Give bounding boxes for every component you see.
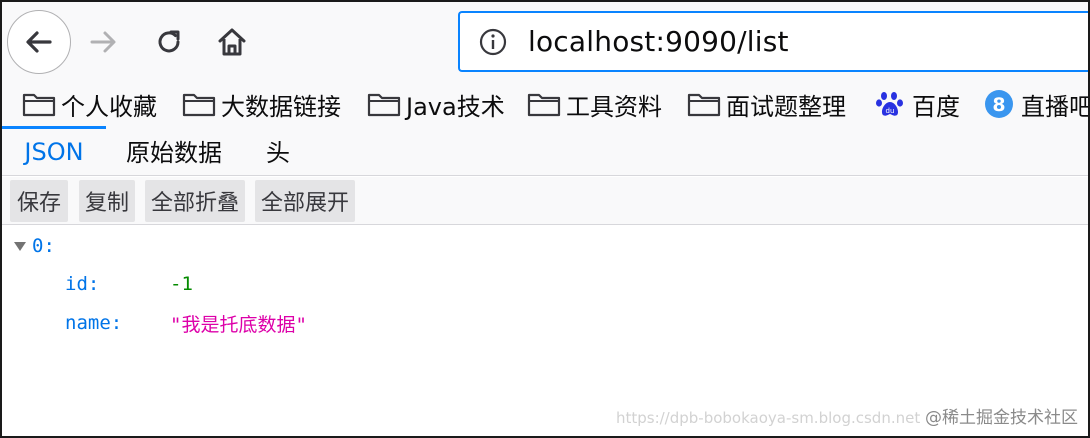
bookmark-folder-java[interactable]: Java技术 [367, 84, 505, 124]
baidu-paw-icon: du [873, 91, 907, 117]
folder-icon [367, 91, 401, 117]
bookmarks-toolbar: 个人收藏 大数据链接 Java技术 工具资料 面试题整理 du 百度 8 直播吧 [2, 82, 1090, 126]
expand-all-button[interactable]: 全部展开 [255, 180, 355, 222]
svg-text:du: du [886, 107, 895, 115]
bookmark-folder-favorites[interactable]: 个人收藏 [22, 84, 157, 124]
forward-arrow-icon [90, 31, 116, 53]
navigation-toolbar: localhost:9090/list [2, 2, 1088, 82]
home-icon [218, 28, 246, 56]
watermark-text: @稀土掘金技术社区 [925, 408, 1078, 428]
address-bar[interactable]: localhost:9090/list [458, 11, 1088, 72]
bookmark-folder-bigdata[interactable]: 大数据链接 [182, 84, 341, 124]
watermark-url: https://dpb-bobokaoya-sm.blog.csdn.net [615, 409, 921, 427]
bookmark-zhibo8[interactable]: 8 直播吧 [982, 84, 1090, 124]
tree-key: id: [65, 273, 100, 295]
tab-headers[interactable]: 头 [266, 126, 290, 175]
zhibo8-icon: 8 [982, 90, 1016, 118]
tree-value-id: -1 [170, 269, 193, 299]
folder-icon [22, 91, 56, 117]
svg-text:8: 8 [992, 94, 1005, 116]
back-arrow-icon [26, 31, 52, 53]
tree-key: name: [65, 312, 123, 334]
tab-raw-data[interactable]: 原始数据 [126, 126, 222, 175]
home-button[interactable] [210, 20, 254, 64]
tree-row-id: id: [65, 269, 99, 299]
browser-window: localhost:9090/list 个人收藏 大数据链接 Java技术 工具… [0, 0, 1090, 438]
bookmark-folder-tools[interactable]: 工具资料 [527, 84, 662, 124]
url-text[interactable]: localhost:9090/list [528, 25, 789, 58]
tree-row-name: name: [65, 308, 122, 338]
save-button[interactable]: 保存 [10, 180, 68, 222]
tab-json[interactable]: JSON [2, 126, 106, 175]
json-actions-bar: 保存 复制 全部折叠 全部展开 [2, 177, 1088, 225]
tree-value: -1 [170, 273, 193, 295]
folder-icon [687, 91, 721, 117]
tree-value-name: "我是托底数据" [170, 308, 307, 338]
reload-icon [158, 30, 180, 53]
bookmark-label: 面试题整理 [726, 92, 846, 121]
bookmark-label: 个人收藏 [61, 92, 157, 121]
tree-node-0[interactable]: 0: [12, 231, 55, 261]
json-viewer-tabs: JSON 原始数据 头 [2, 126, 1088, 176]
bookmark-label: Java技术 [406, 92, 505, 121]
forward-button[interactable] [82, 20, 126, 64]
folder-icon [182, 91, 216, 117]
bookmark-baidu[interactable]: du 百度 [873, 84, 960, 124]
bookmark-label: 工具资料 [566, 92, 662, 121]
bookmark-label: 直播吧 [1021, 92, 1090, 121]
reload-button[interactable] [147, 20, 191, 64]
tree-value: "我是托底数据" [170, 313, 307, 336]
bookmark-folder-interview[interactable]: 面试题整理 [687, 84, 846, 124]
collapse-all-button[interactable]: 全部折叠 [145, 180, 245, 222]
expand-triangle-icon[interactable] [12, 238, 28, 254]
back-button[interactable] [7, 10, 71, 74]
bookmark-label: 大数据链接 [221, 92, 341, 121]
site-info-icon[interactable] [478, 27, 508, 57]
json-tree: 0: id: -1 name: "我是托底数据" https://dpb-bob… [2, 226, 1088, 436]
tree-key: 0: [32, 235, 55, 257]
copy-button[interactable]: 复制 [79, 180, 135, 222]
watermark: https://dpb-bobokaoya-sm.blog.csdn.net @… [616, 403, 1078, 428]
folder-icon [527, 91, 561, 117]
bookmark-label: 百度 [912, 92, 960, 121]
